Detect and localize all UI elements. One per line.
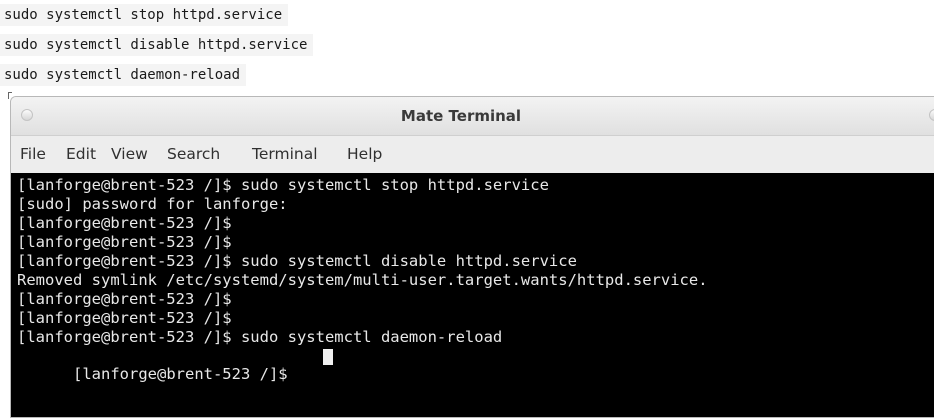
- text-cursor-icon: [323, 349, 333, 365]
- menu-search[interactable]: Search: [167, 136, 220, 172]
- title-bar[interactable]: Mate Terminal: [11, 97, 934, 136]
- terminal-output[interactable]: [lanforge@brent-523 /]$ sudo systemctl s…: [11, 173, 934, 417]
- window-button-icon[interactable]: [929, 109, 934, 121]
- menu-file[interactable]: File: [20, 136, 46, 172]
- terminal-line: [lanforge@brent-523 /]$: [17, 214, 232, 232]
- terminal-window: Mate Terminal File Edit View Search Term…: [10, 96, 934, 418]
- menu-bar: File Edit View Search Terminal Help: [11, 136, 934, 172]
- terminal-line: [lanforge@brent-523 /]$: [17, 290, 232, 308]
- terminal-line: Removed symlink /etc/systemd/system/mult…: [17, 271, 708, 289]
- code-line-disable: sudo systemctl disable httpd.service: [0, 34, 314, 56]
- terminal-prompt-line: [lanforge@brent-523 /]$: [17, 347, 333, 383]
- terminal-line: [lanforge@brent-523 /]$ sudo systemctl d…: [17, 252, 577, 270]
- code-line-daemon-reload: sudo systemctl daemon-reload: [0, 64, 247, 86]
- menu-edit[interactable]: Edit: [66, 136, 96, 172]
- terminal-line: [lanforge@brent-523 /]$: [17, 233, 232, 251]
- menu-terminal[interactable]: Terminal: [252, 136, 318, 172]
- terminal-line: [lanforge@brent-523 /]$ sudo systemctl s…: [17, 176, 549, 194]
- menu-help[interactable]: Help: [347, 136, 382, 172]
- terminal-prompt: [lanforge@brent-523 /]$: [73, 365, 297, 383]
- terminal-line: [lanforge@brent-523 /]$: [17, 309, 232, 327]
- menu-view[interactable]: View: [111, 136, 148, 172]
- terminal-line: [sudo] password for lanforge:: [17, 195, 288, 213]
- code-line-stop: sudo systemctl stop httpd.service: [0, 4, 289, 26]
- terminal-line: [lanforge@brent-523 /]$ sudo systemctl d…: [17, 328, 503, 346]
- window-title: Mate Terminal: [400, 107, 522, 125]
